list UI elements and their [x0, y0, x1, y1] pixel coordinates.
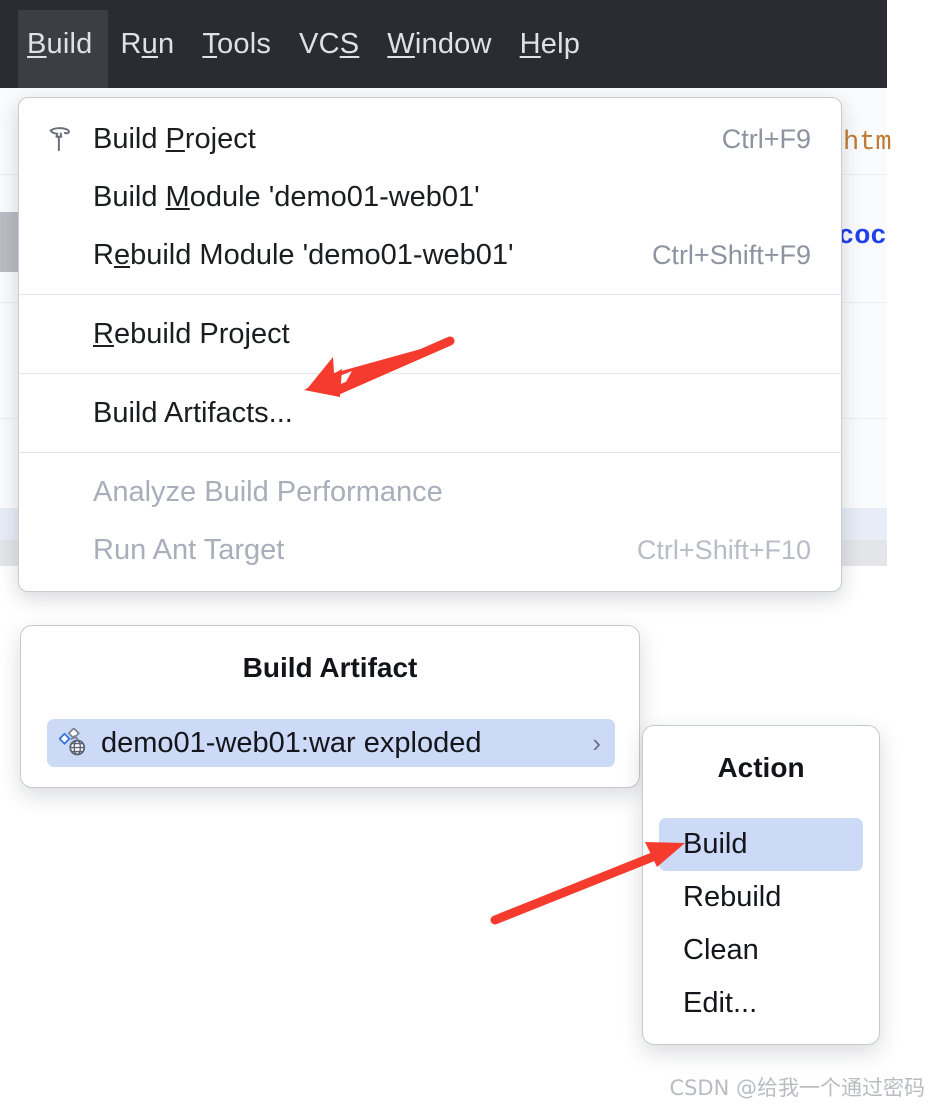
hammer-icon	[45, 124, 93, 154]
menu-item-build-project[interactable]: Build Project Ctrl+F9	[19, 110, 841, 168]
menu-bar-item-window[interactable]: Window	[387, 28, 491, 61]
menu-item-run-ant-target: Run Ant Target Ctrl+Shift+F10	[19, 521, 841, 579]
menu-item-label: Run Ant Target	[93, 533, 285, 566]
menu-item-shortcut: Ctrl+F9	[721, 123, 811, 154]
action-popup-title: Action	[717, 752, 805, 783]
menu-item-rebuild-module[interactable]: Rebuild Module 'demo01-web01' Ctrl+Shift…	[19, 226, 841, 284]
menu-item-label: Rebuild Project	[93, 317, 290, 350]
menu-bar-item-build[interactable]: Build	[27, 28, 93, 61]
action-item-rebuild[interactable]: Rebuild	[659, 871, 863, 924]
build-artifact-popup: Build Artifact demo01-web01:war exploded…	[20, 625, 640, 788]
menu-separator	[19, 373, 841, 374]
editor-code-keyword: coc	[838, 222, 887, 252]
screenshot-root: htm coc Build Run Tools VCS Window Help Build…	[0, 0, 939, 1111]
action-popup-list: Build Rebuild Clean Edit...	[659, 818, 863, 1030]
chevron-right-icon: ›	[592, 727, 601, 758]
menu-bar-item-help[interactable]: Help	[520, 28, 580, 61]
editor-code-tag: htm	[843, 128, 892, 158]
menu-separator	[19, 294, 841, 295]
artifact-icon	[59, 728, 93, 758]
menu-item-label: Rebuild Module 'demo01-web01'	[93, 238, 514, 271]
action-popup: Action Build Rebuild Clean Edit...	[642, 725, 880, 1045]
build-dropdown-menu: Build Project Ctrl+F9 Build Module 'demo…	[18, 97, 842, 592]
artifact-item-label: demo01-web01:war exploded	[101, 726, 482, 759]
action-item-build[interactable]: Build	[659, 818, 863, 871]
action-item-edit[interactable]: Edit...	[659, 977, 863, 1030]
menu-item-label: Analyze Build Performance	[93, 475, 443, 508]
menu-item-rebuild-project[interactable]: Rebuild Project	[19, 305, 841, 363]
menu-item-shortcut: Ctrl+Shift+F10	[636, 534, 811, 565]
menu-item-build-artifacts[interactable]: Build Artifacts...	[19, 384, 841, 442]
menu-item-label: Build Module 'demo01-web01'	[93, 180, 480, 213]
menu-separator	[19, 452, 841, 453]
menu-item-build-module[interactable]: Build Module 'demo01-web01'	[19, 168, 841, 226]
menu-item-shortcut: Ctrl+Shift+F9	[651, 239, 811, 270]
menu-item-analyze-build-performance: Analyze Build Performance	[19, 463, 841, 521]
artifact-list-item[interactable]: demo01-web01:war exploded ›	[47, 719, 615, 767]
menu-bar-items: Build Run Tools VCS Window Help	[0, 0, 608, 88]
menu-bar-item-vcs[interactable]: VCS	[299, 28, 359, 61]
menu-bar: Build Run Tools VCS Window Help	[0, 0, 887, 88]
menu-bar-item-run[interactable]: Run	[121, 28, 175, 61]
build-artifact-popup-title: Build Artifact	[242, 652, 418, 683]
action-item-clean[interactable]: Clean	[659, 924, 863, 977]
menu-item-label: Build Artifacts...	[93, 396, 293, 429]
menu-bar-item-tools[interactable]: Tools	[202, 28, 271, 61]
menu-item-label: Build Project	[93, 122, 256, 155]
watermark-text: CSDN @给我一个通过密码	[669, 1076, 925, 1100]
